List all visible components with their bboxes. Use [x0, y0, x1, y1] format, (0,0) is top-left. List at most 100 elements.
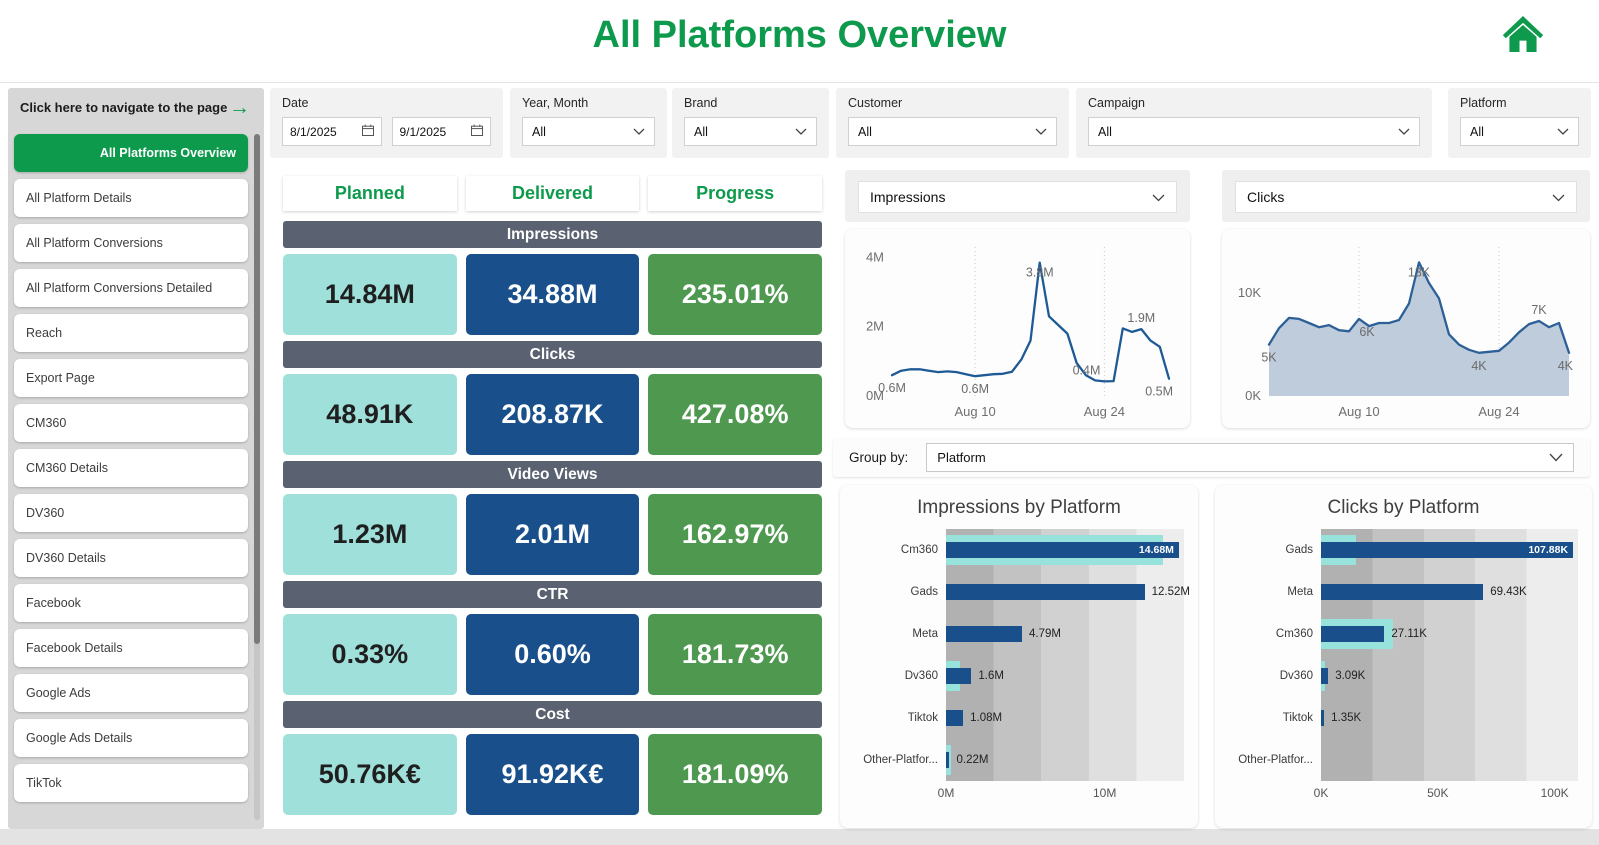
kpi-cells-clicks: 48.91K 208.87K 427.08% [283, 374, 823, 455]
filter-campaign-dropdown[interactable]: All [1088, 117, 1420, 146]
sidebar-item-tiktok[interactable]: TikTok [14, 764, 248, 802]
filter-customer-dropdown[interactable]: All [848, 117, 1057, 146]
kpi-cells-impressions: 14.84M 34.88M 235.01% [283, 254, 823, 335]
bar-row-cm360[interactable]: 27.11K [1321, 613, 1578, 655]
sidebar-scrollbar-track[interactable] [254, 134, 260, 820]
chevron-down-icon [633, 125, 645, 139]
arrow-right-icon[interactable]: → [229, 97, 250, 118]
sidebar-item-cm360-details[interactable]: CM360 Details [14, 449, 248, 487]
bar-category-tiktok: Tiktok [907, 712, 938, 724]
filter-label-date: Date [282, 96, 309, 110]
filter-customer: Customer All [836, 88, 1069, 158]
sidebar-item-reach[interactable]: Reach [14, 314, 248, 352]
delivered-bar-cm360[interactable] [1321, 626, 1385, 642]
sidebar-item-google-ads[interactable]: Google Ads [14, 674, 248, 712]
date-to-input[interactable]: 9/1/2025 [391, 117, 491, 146]
impressions-line-chart: Aug 10 Aug 24 0M 2M 4M 0.6M 0.6M 3.8M 0.4M 1.9M 0.… [845, 229, 1190, 428]
svg-text:4K: 4K [1471, 359, 1487, 373]
sidebar-item-export-page[interactable]: Export Page [14, 359, 248, 397]
bar-row-other-platfor[interactable] [1321, 739, 1578, 781]
chevron-down-icon [1557, 125, 1569, 139]
bar-row-tiktok[interactable]: 1.08M [946, 697, 1184, 739]
chevron-down-icon [1552, 189, 1565, 205]
sidebar-scrollbar-thumb[interactable] [254, 134, 260, 644]
kpi-ctr-delivered: 0.60% [465, 614, 640, 695]
chevron-down-icon [1398, 125, 1410, 139]
bar-row-gads[interactable]: 107.88K [1321, 529, 1578, 571]
kpi-matrix: Impressions 14.84M 34.88M 235.01% Clicks 48.9… [283, 221, 823, 821]
delivered-bar-tiktok[interactable] [946, 710, 964, 726]
delivered-bar-meta[interactable] [946, 626, 1022, 642]
bar-row-cm360[interactable]: 14.68M [946, 529, 1184, 571]
kpi-clicks-progress: 427.08% [648, 374, 823, 455]
delivered-bar-meta[interactable] [1321, 584, 1484, 600]
svg-text:4K: 4K [1558, 359, 1574, 373]
x-tick-100k: 100K [1540, 786, 1569, 800]
svg-text:0.6M: 0.6M [961, 382, 989, 396]
sidebar-item-dv360-details[interactable]: DV360 Details [14, 539, 248, 577]
date-from-value: 8/1/2025 [290, 124, 337, 139]
nav-list: All Platforms Overview All Platform Detai… [14, 134, 248, 802]
filter-label-customer: Customer [848, 96, 903, 110]
kpi-band-cost: Cost [283, 701, 822, 728]
clicks-metric-dropdown[interactable]: Clicks [1235, 181, 1577, 213]
date-range: 8/1/2025 9/1/2025 [282, 117, 491, 146]
bar-category-cm360: Cm360 [900, 544, 938, 556]
filter-year-month: Year, Month All [510, 88, 667, 158]
delivered-bar-tiktok[interactable] [1321, 710, 1325, 726]
svg-text:Aug 24: Aug 24 [1478, 404, 1519, 419]
delivered-bar-dv360[interactable] [946, 668, 972, 684]
date-from-input[interactable]: 8/1/2025 [282, 117, 382, 146]
bar-category-meta: Meta [1287, 586, 1313, 598]
sidebar-item-facebook-details[interactable]: Facebook Details [14, 629, 248, 667]
bar-category-other-platfor: Other-Platfor... [1238, 754, 1313, 766]
bar-row-dv360[interactable]: 3.09K [1321, 655, 1578, 697]
filter-customer-value: All [858, 124, 872, 139]
filter-year-month-dropdown[interactable]: All [522, 117, 655, 146]
kpi-column-progress: Progress [648, 176, 823, 211]
bar-category-other-platfor: Other-Platfor... [863, 754, 938, 766]
impressions-line-svg: Aug 10 Aug 240M2M4M0.6M 0.6M3.8M0.4M1.9M0.… [866, 247, 1173, 419]
bar-value-cm360: 27.11K [1391, 628, 1427, 640]
kpi-cost-progress: 181.09% [648, 734, 823, 815]
bar-value-dv360: 1.6M [978, 670, 1004, 682]
sidebar-item-facebook[interactable]: Facebook [14, 584, 248, 622]
svg-text:7K: 7K [1531, 303, 1547, 317]
sidebar-item-google-ads-details[interactable]: Google Ads Details [14, 719, 248, 757]
calendar-icon [361, 124, 374, 139]
bottom-strip [0, 829, 1599, 845]
group-by-dropdown[interactable]: Platform [926, 443, 1574, 472]
delivered-bar-other-platfor[interactable] [946, 752, 950, 768]
clicks-bars-categories: Gads Meta Cm360 Dv360 Tiktok Other-Platfor... [1229, 529, 1321, 781]
kpi-video-views-delivered: 2.01M [465, 494, 640, 575]
delivered-bar-dv360[interactable] [1321, 668, 1329, 684]
bar-row-dv360[interactable]: 1.6M [946, 655, 1184, 697]
bar-row-gads[interactable]: 12.52M [946, 571, 1190, 613]
sidebar-item-all-platform-conversions-detailed[interactable]: All Platform Conversions Detailed [14, 269, 248, 307]
kpi-cells-cost: 50.76K€ 91.92K€ 181.09% [283, 734, 823, 815]
sidebar: Click here to navigate to the page → All… [8, 88, 264, 829]
bar-row-meta[interactable]: 69.43K [1321, 571, 1578, 613]
impressions-metric-dropdown[interactable]: Impressions [858, 181, 1177, 213]
filter-brand-dropdown[interactable]: All [684, 117, 817, 146]
bar-row-other-platfor[interactable]: 0.22M [946, 739, 1184, 781]
svg-text:13K: 13K [1408, 265, 1431, 279]
sidebar-item-all-platforms-overview[interactable]: All Platforms Overview [14, 134, 248, 172]
bar-row-tiktok[interactable]: 1.35K [1321, 697, 1578, 739]
kpi-band-clicks: Clicks [283, 341, 822, 368]
clicks-bars-x-axis: 0K 50K 100K [1314, 781, 1578, 803]
filter-platform-dropdown[interactable]: All [1460, 117, 1579, 146]
home-button[interactable] [1499, 12, 1547, 60]
sidebar-item-dv360[interactable]: DV360 [14, 494, 248, 532]
sidebar-item-all-platform-conversions[interactable]: All Platform Conversions [14, 224, 248, 262]
bar-row-meta[interactable]: 4.79M [946, 613, 1184, 655]
sidebar-item-all-platform-details[interactable]: All Platform Details [14, 179, 248, 217]
impressions-bars-x-axis: 0M 10M [938, 781, 1184, 803]
kpi-column-headers: Planned Delivered Progress [283, 176, 823, 211]
sidebar-item-cm360[interactable]: CM360 [14, 404, 248, 442]
kpi-ctr-progress: 181.73% [648, 614, 823, 695]
delivered-bar-gads[interactable] [946, 584, 1145, 600]
filter-campaign: Campaign All [1076, 88, 1432, 158]
impressions-bars-plot: 14.68M 12.52M 4.79M 1.6M 1.08M 0.22M [946, 529, 1190, 781]
kpi-ctr-planned: 0.33% [283, 614, 457, 695]
